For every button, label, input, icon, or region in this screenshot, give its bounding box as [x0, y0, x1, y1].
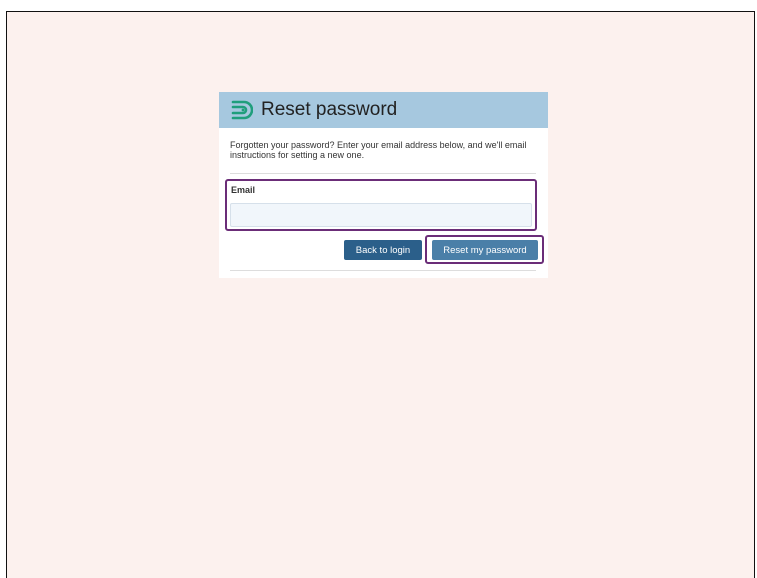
- card-header: Reset password: [219, 92, 548, 128]
- reset-password-card: Reset password Forgotten your password? …: [219, 92, 548, 278]
- page-title: Reset password: [261, 99, 398, 120]
- email-label: Email: [231, 185, 256, 195]
- divider: [230, 270, 536, 271]
- instructions-text: Forgotten your password? Enter your emai…: [230, 140, 527, 160]
- reset-password-button[interactable]: Reset my password: [432, 240, 538, 260]
- reset-button-highlight: Reset my password: [425, 235, 544, 264]
- divider: [230, 173, 536, 174]
- back-to-login-button[interactable]: Back to login: [344, 240, 422, 260]
- email-field-group: Email: [225, 179, 537, 231]
- email-input[interactable]: [230, 203, 532, 227]
- app-logo-icon: [230, 99, 253, 121]
- page-background: Reset password Forgotten your password? …: [6, 11, 755, 578]
